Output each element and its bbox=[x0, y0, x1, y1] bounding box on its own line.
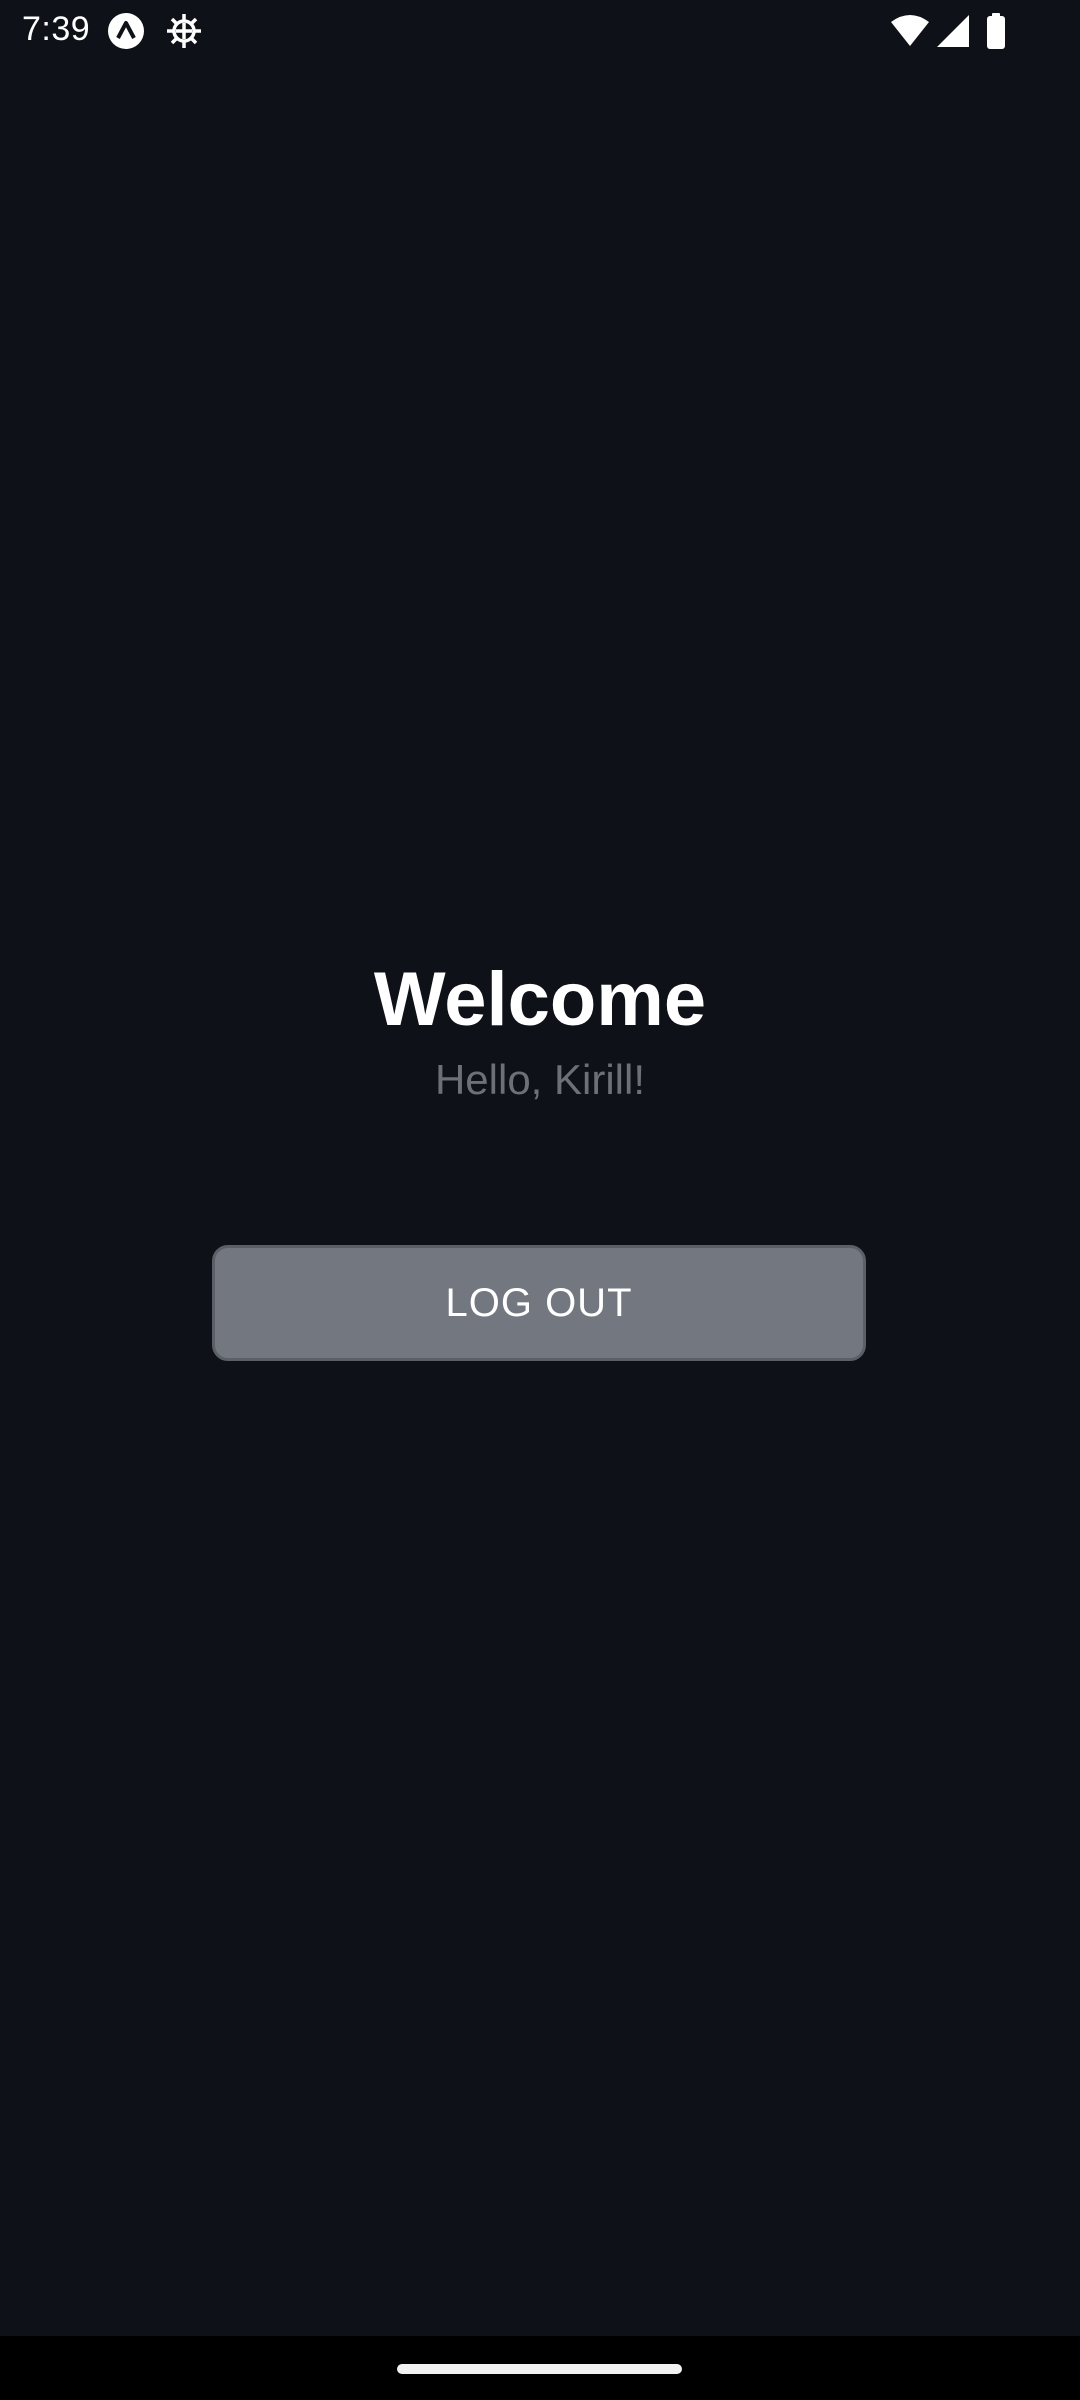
page-title: Welcome bbox=[373, 957, 707, 1042]
home-indicator[interactable] bbox=[397, 2364, 682, 2374]
status-bar: 7:39 bbox=[0, 0, 1080, 62]
app-notification-icon bbox=[107, 12, 145, 50]
app-screen: 7:39 Welcome Hello, Kirill! LOG OUT bbox=[0, 0, 1080, 2400]
greeting-text: Hello, Kirill! bbox=[434, 1056, 646, 1103]
cellular-signal-icon bbox=[936, 12, 970, 50]
wifi-icon bbox=[890, 12, 930, 50]
navigation-bar bbox=[0, 2336, 1080, 2400]
status-time: 7:39 bbox=[22, 10, 91, 48]
gear-icon bbox=[165, 12, 203, 50]
battery-icon bbox=[986, 12, 1006, 50]
welcome-section: Welcome Hello, Kirill! bbox=[0, 950, 1080, 1110]
logout-button[interactable]: LOG OUT bbox=[212, 1245, 866, 1361]
